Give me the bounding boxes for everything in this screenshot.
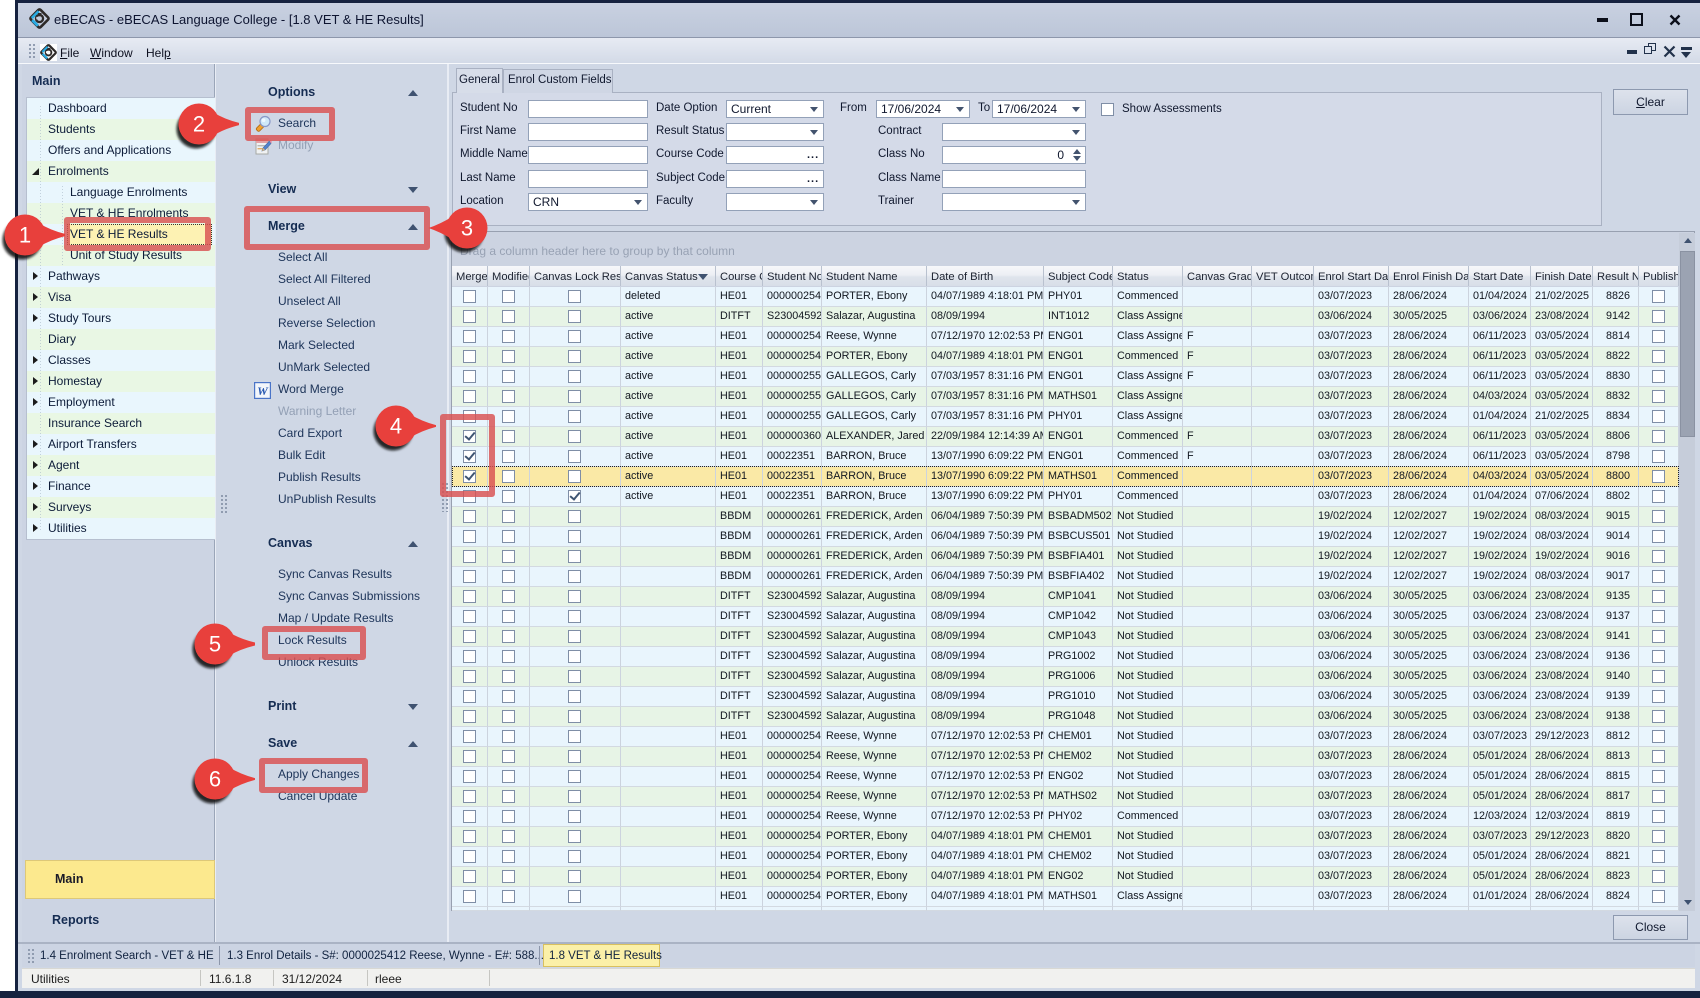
svg-text:W: W <box>257 384 269 398</box>
svg-text:2: 2 <box>193 112 205 137</box>
svg-text:1: 1 <box>19 223 31 248</box>
svg-text:4: 4 <box>390 414 402 439</box>
svg-text:5: 5 <box>209 632 221 657</box>
svg-text:6: 6 <box>209 767 221 792</box>
svg-text:3: 3 <box>461 216 473 241</box>
